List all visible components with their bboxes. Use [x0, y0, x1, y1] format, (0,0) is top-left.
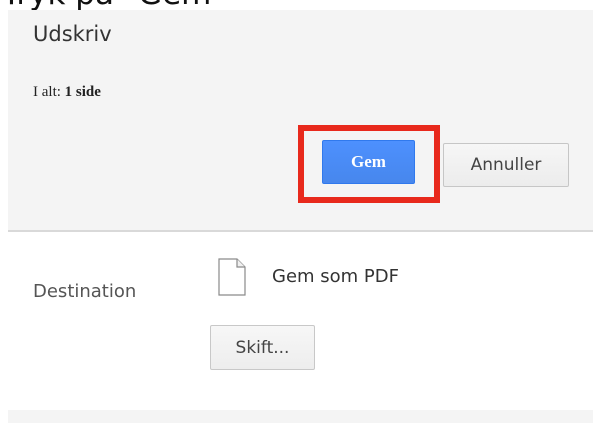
- page-total-value: 1 side: [64, 84, 101, 100]
- destination-value: Gem som PDF: [272, 266, 399, 287]
- destination-label: Destination: [33, 281, 137, 302]
- change-destination-button[interactable]: Skift...: [210, 325, 315, 370]
- dialog-title: Udskriv: [33, 22, 112, 46]
- footer-strip: [8, 410, 593, 423]
- section-divider: [8, 230, 593, 232]
- document-icon: [218, 258, 246, 296]
- page-total-label: I alt:: [33, 84, 61, 100]
- save-button[interactable]: Gem: [322, 140, 415, 184]
- page-total: I alt: 1 side: [33, 84, 101, 101]
- cancel-button[interactable]: Annuller: [443, 143, 569, 187]
